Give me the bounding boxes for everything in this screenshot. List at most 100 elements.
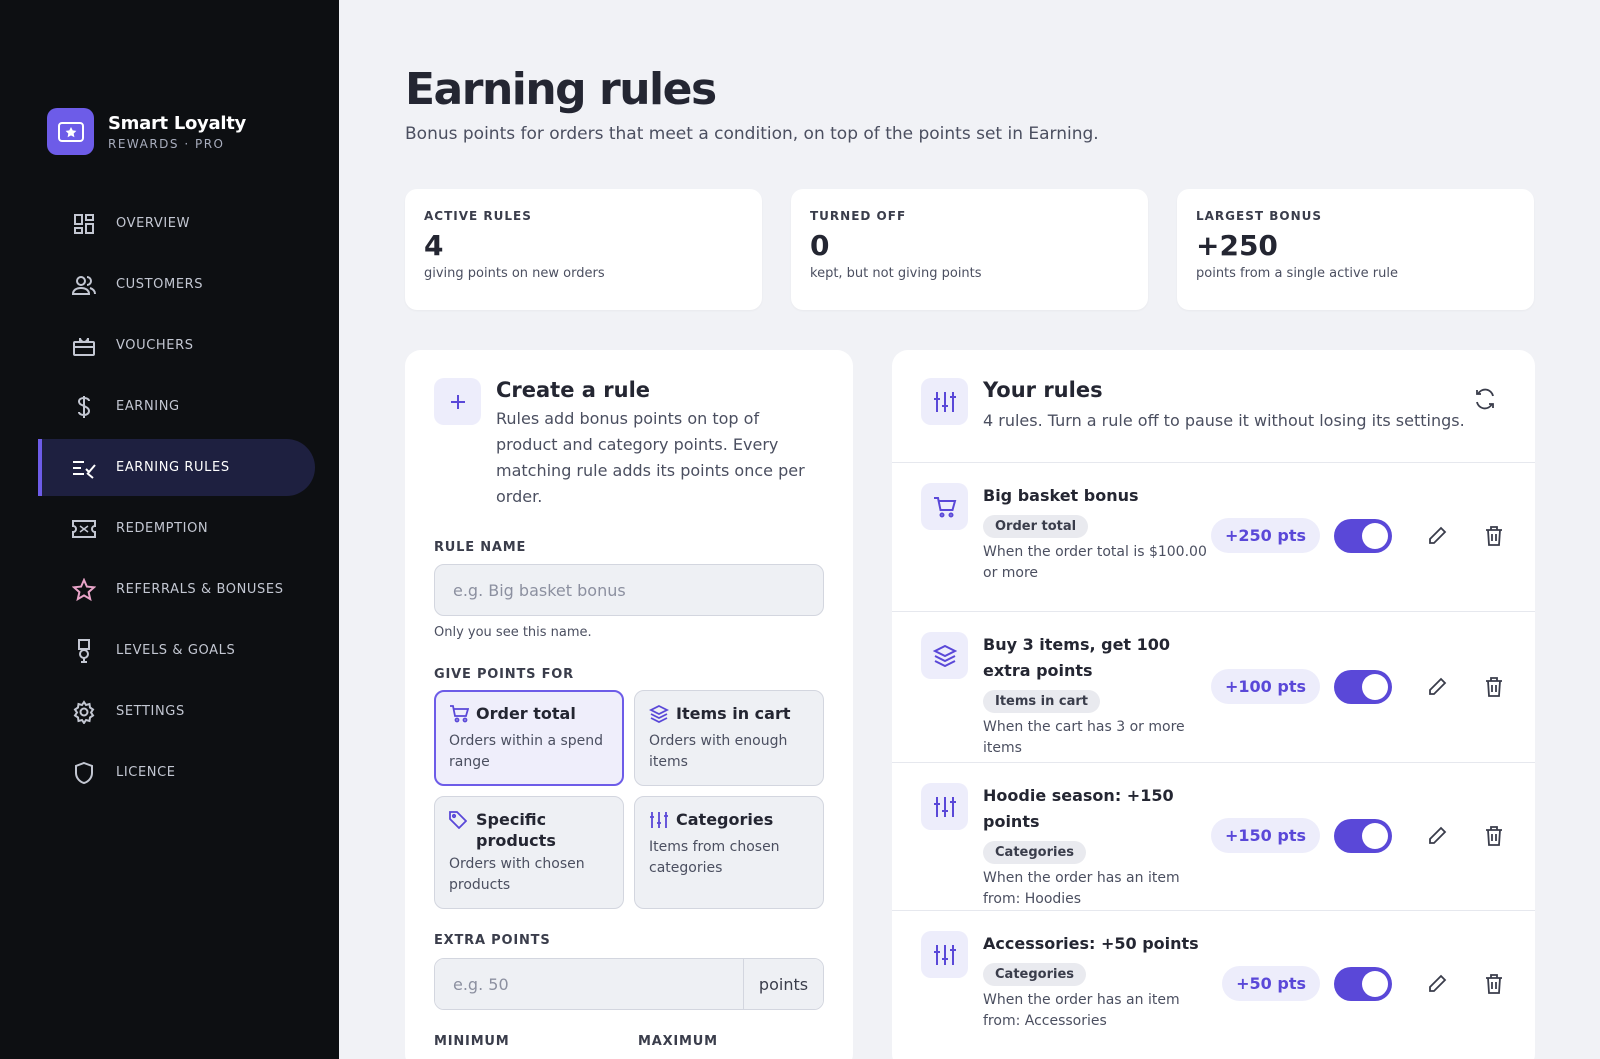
rule-name: Hoodie season: +150 points: [983, 786, 1174, 831]
sidebar-item-overview[interactable]: OVERVIEW: [38, 195, 315, 252]
trash-icon[interactable]: [1482, 972, 1506, 996]
sidebar-item-levels[interactable]: LEVELS & GOALS: [38, 622, 315, 679]
rule-name-label: RULE NAME: [434, 540, 527, 555]
rule-enabled-toggle[interactable]: [1334, 966, 1392, 1001]
option-desc: Orders with chosen products: [449, 856, 585, 893]
ticket-icon: [71, 516, 97, 542]
rule-type-options: Order total Orders within a spend range …: [434, 690, 824, 909]
brand: Smart Loyalty REWARDS · PRO: [47, 108, 246, 155]
sidebar-item-customers[interactable]: CUSTOMERS: [38, 256, 315, 313]
page-subtitle: Bonus points for orders that meet a cond…: [405, 124, 1099, 144]
stat-card-largest-bonus: LARGEST BONUS +250 points from a single …: [1177, 189, 1534, 310]
option-order-total[interactable]: Order total Orders within a spend range: [434, 690, 624, 786]
rule-row: Hoodie season: +150 points Categories Wh…: [892, 763, 1535, 911]
rules-subtitle: 4 rules. Turn a rule off to pause it wit…: [983, 411, 1465, 430]
option-items-in-cart[interactable]: Items in cart Orders with enough items: [634, 690, 824, 786]
sidebar-item-label: LEVELS & GOALS: [116, 643, 236, 658]
sidebar-item-vouchers[interactable]: VOUCHERS: [38, 317, 315, 374]
refresh-icon[interactable]: [1473, 387, 1497, 411]
stat-card-active: ACTIVE RULES 4 giving points on new orde…: [405, 189, 762, 310]
sidebar-item-label: REDEMPTION: [116, 521, 209, 536]
minimum-label: MINIMUM: [434, 1034, 510, 1049]
edit-icon[interactable]: [1425, 824, 1449, 848]
option-specific-products[interactable]: Specific products Orders with chosen pro…: [434, 796, 624, 909]
rule-enabled-toggle[interactable]: [1334, 818, 1392, 853]
sliders-icon: [921, 783, 968, 830]
plus-icon: [434, 378, 481, 425]
rule-name-input[interactable]: e.g. Big basket bonus: [434, 564, 824, 616]
option-title: Categories: [676, 810, 774, 829]
create-rule-desc: Rules add bonus points on top of product…: [496, 409, 805, 506]
rules-title: Your rules: [983, 378, 1103, 402]
brand-subtitle: REWARDS · PRO: [108, 136, 225, 151]
extra-points-placeholder: e.g. 50: [435, 959, 743, 1009]
option-desc: Orders with enough items: [649, 733, 788, 770]
rule-points-badge: +100 pts: [1211, 669, 1320, 704]
dashboard-icon: [71, 211, 97, 237]
stat-label: TURNED OFF: [810, 209, 907, 223]
rule-row: Accessories: +50 points Categories When …: [892, 911, 1535, 1059]
sidebar-item-label: REFERRALS & BONUSES: [116, 582, 284, 597]
stat-value: +250: [1196, 229, 1278, 262]
extra-points-label: EXTRA POINTS: [434, 933, 551, 948]
sidebar-item-earning[interactable]: EARNING: [38, 378, 315, 435]
sidebar-item-label: EARNING: [116, 399, 180, 414]
stat-value: 4: [424, 229, 444, 262]
option-categories[interactable]: Categories Items from chosen categories: [634, 796, 824, 909]
sidebar-item-redemption[interactable]: REDEMPTION: [38, 500, 315, 557]
option-title: Specific products: [476, 810, 556, 850]
stat-desc: points from a single active rule: [1196, 266, 1399, 281]
option-desc: Items from chosen categories: [649, 839, 780, 876]
sliders-icon: [921, 378, 968, 425]
rule-type-chip: Categories: [983, 841, 1087, 864]
rule-row: Big basket bonus Order total When the or…: [892, 463, 1535, 612]
sidebar-item-earning-rules[interactable]: EARNING RULES: [38, 439, 315, 496]
stats-row: ACTIVE RULES 4 giving points on new orde…: [405, 189, 1535, 310]
stat-desc: kept, but not giving points: [810, 266, 982, 281]
sidebar-item-referrals[interactable]: REFERRALS & BONUSES: [38, 561, 315, 618]
sidebar-item-label: VOUCHERS: [116, 338, 194, 353]
tag-icon: [449, 811, 469, 834]
trash-icon[interactable]: [1482, 675, 1506, 699]
cart-icon: [449, 705, 470, 728]
stat-label: ACTIVE RULES: [424, 209, 532, 223]
sidebar-item-label: OVERVIEW: [116, 216, 191, 231]
maximum-label: MAXIMUM: [638, 1034, 718, 1049]
rule-points-badge: +50 pts: [1222, 966, 1320, 1001]
rule-type-chip: Order total: [983, 515, 1089, 538]
sidebar-item-label: SETTINGS: [116, 704, 185, 719]
sliders-icon: [921, 931, 968, 978]
rule-enabled-toggle[interactable]: [1334, 669, 1392, 704]
stat-card-turned-off: TURNED OFF 0 kept, but not giving points: [791, 189, 1148, 310]
users-icon: [71, 272, 97, 298]
sidebar-item-label: CUSTOMERS: [116, 277, 204, 292]
sidebar-item-settings[interactable]: SETTINGS: [38, 683, 315, 740]
gear-icon: [71, 699, 97, 725]
sidebar-item-licence[interactable]: LICENCE: [38, 744, 315, 801]
sliders-icon: [649, 811, 669, 834]
extra-points-input[interactable]: e.g. 50 points: [434, 958, 824, 1010]
create-rule-card: Create a rule Rules add bonus points on …: [405, 350, 853, 1059]
list-check-icon: [71, 455, 97, 481]
edit-icon[interactable]: [1425, 675, 1449, 699]
rule-condition: When the order total is $100.00 or more: [983, 544, 1207, 581]
rule-name-hint: Only you see this name.: [434, 625, 592, 640]
rule-points-badge: +250 pts: [1211, 518, 1320, 553]
trash-icon[interactable]: [1482, 824, 1506, 848]
rule-enabled-toggle[interactable]: [1334, 518, 1392, 553]
rule-row: Buy 3 items, get 100 extra points Items …: [892, 612, 1535, 763]
rule-condition: When the order has an item from: Accesso…: [983, 992, 1180, 1029]
rule-points-badge: +150 pts: [1211, 818, 1320, 853]
medal-icon: [71, 638, 97, 664]
sidebar-item-label: LICENCE: [116, 765, 176, 780]
rule-name: Accessories: +50 points: [983, 934, 1199, 953]
brand-logo-icon: [47, 108, 94, 155]
sidebar: Smart Loyalty REWARDS · PRO OVERVIEW CUS…: [0, 0, 339, 1059]
create-rule-title: Create a rule: [496, 378, 651, 402]
option-desc: Orders within a spend range: [449, 733, 604, 770]
rule-name: Big basket bonus: [983, 486, 1139, 505]
trash-icon[interactable]: [1482, 524, 1506, 548]
rule-name: Buy 3 items, get 100 extra points: [983, 635, 1171, 680]
edit-icon[interactable]: [1425, 972, 1449, 996]
edit-icon[interactable]: [1425, 524, 1449, 548]
